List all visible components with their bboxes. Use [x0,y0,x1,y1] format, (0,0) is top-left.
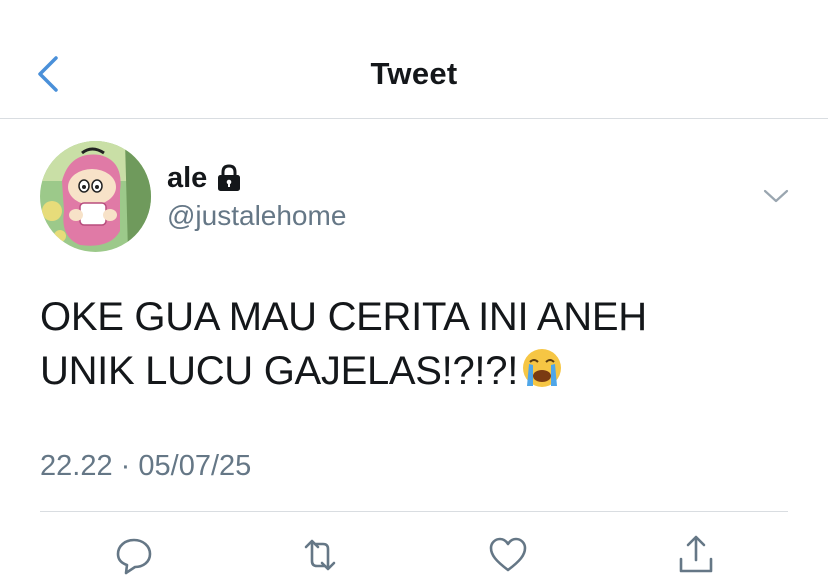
page-title: Tweet [370,56,458,91]
tweet-text-line-1: OKE GUA MAU CERITA INI ANEH [40,295,647,339]
reply-icon[interactable] [112,533,156,577]
tweet-time: 22.22 [40,450,113,482]
tweet-timestamp: 22.22 · 05/07/25 [40,450,251,483]
author-name[interactable]: ale [167,162,207,195]
divider [40,511,788,512]
tweet-text-line-2: UNIK LUCU GAJELAS!?!?! [40,344,800,398]
avatar[interactable] [40,141,151,252]
loudly-crying-face-icon [523,349,562,387]
lock-icon [218,164,241,191]
chevron-down-icon[interactable] [763,186,789,206]
author-handle[interactable]: @justalehome [167,200,346,232]
like-icon[interactable] [486,533,530,577]
tweet-text-line-2-content: UNIK LUCU GAJELAS!?!?! [40,349,519,393]
retweet-icon[interactable] [298,533,342,577]
tweet-text: OKE GUA MAU CERITA INI ANEH UNIK LUCU GA… [40,290,800,398]
author-row: ale [167,158,242,198]
timestamp-separator: · [120,450,131,482]
tweet-date: 05/07/25 [138,450,252,482]
nav-header: Tweet [0,0,828,119]
share-icon[interactable] [674,533,718,577]
